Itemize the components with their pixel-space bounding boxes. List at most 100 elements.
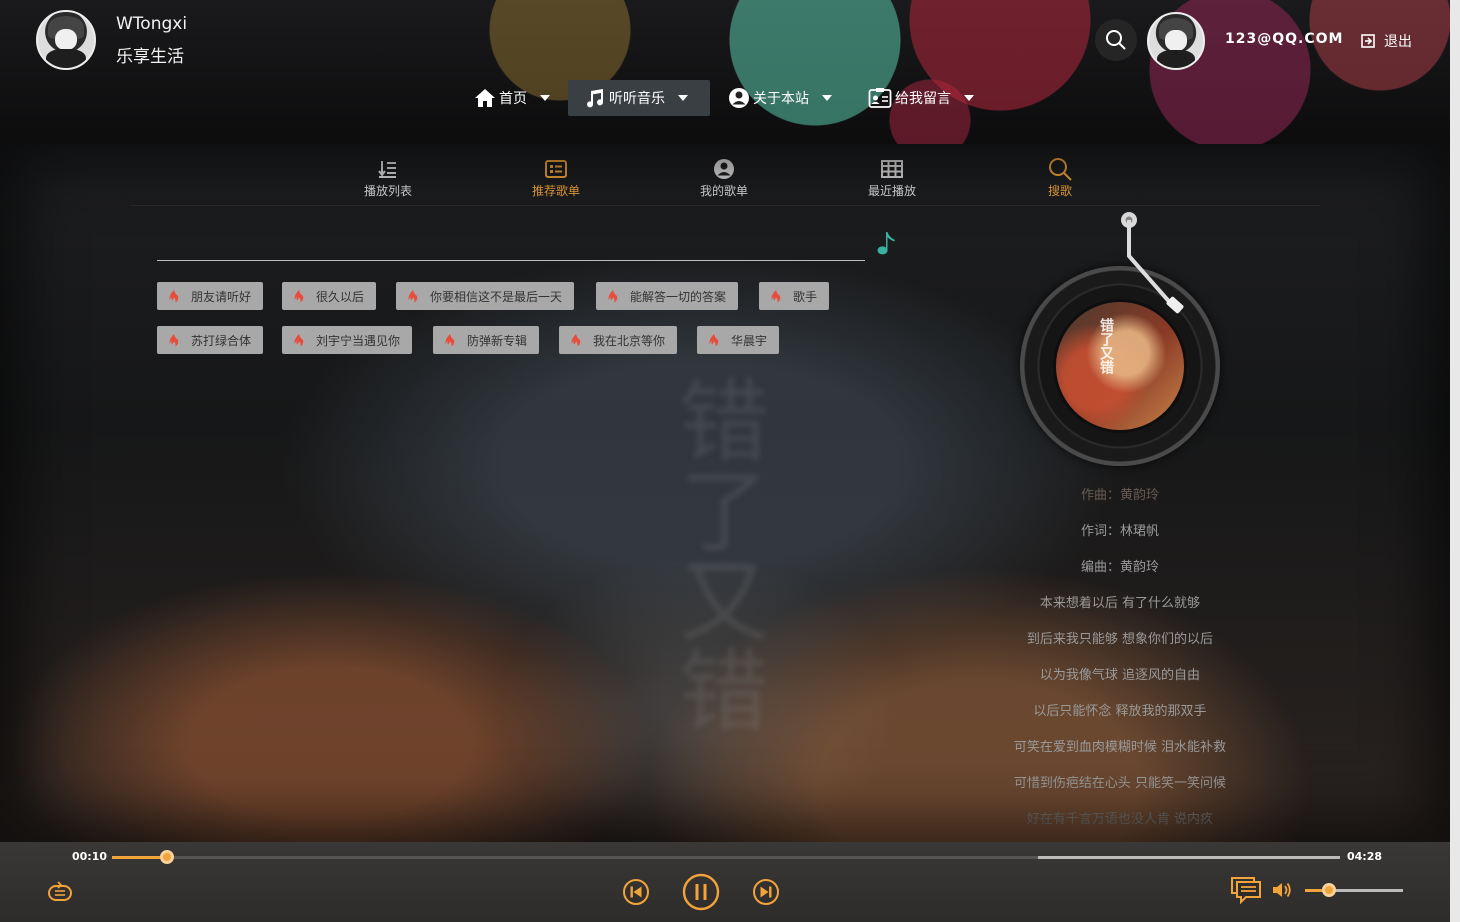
contact-card-icon <box>868 88 892 108</box>
lyric-line: 作词：林珺帆 <box>1080 524 1159 539</box>
chevron-down-icon <box>678 95 688 101</box>
hot-search-tag[interactable]: 很久以后 <box>282 282 377 310</box>
player-tabs: 播放列表 推荐歌单 我的歌单 最近播放 搜歌 <box>130 158 1320 206</box>
song-search-input[interactable] <box>157 234 857 258</box>
tag-label: 很久以后 <box>316 289 365 304</box>
nav-label: 关于本站 <box>753 91 809 107</box>
tag-label: 刘宇宁当遇见你 <box>316 333 401 348</box>
fire-icon <box>445 333 455 346</box>
search-icon <box>1106 30 1126 50</box>
hot-search-tag[interactable]: 你要相信这不是最后一天 <box>396 282 575 310</box>
player-main: 错了又错 播放列表 推荐歌单 我的歌单 最近播放 搜歌 朋友请听好 很久以后 你… <box>0 144 1450 842</box>
tab-search-song[interactable]: 搜歌 <box>1010 158 1110 199</box>
lyric-line: 编曲：黄韵玲 <box>1080 560 1159 575</box>
hot-search-tag[interactable]: 苏打绿合体 <box>157 326 264 354</box>
tab-recent[interactable]: 最近播放 <box>842 158 942 199</box>
site-slogan: 乐享生活 <box>116 47 184 67</box>
lyric-line: 好在有千言万语也没人肯 说内疚 <box>1026 812 1214 827</box>
fire-icon <box>408 289 418 302</box>
logout-icon <box>1361 34 1375 48</box>
fire-icon <box>771 289 781 302</box>
volume-icon <box>1273 882 1291 898</box>
hot-search-tag[interactable]: 朋友请听好 <box>157 282 264 310</box>
site-avatar[interactable] <box>36 10 96 70</box>
skip-previous-icon <box>623 879 649 905</box>
nav-label: 给我留言 <box>895 91 951 107</box>
header-search-button[interactable] <box>1095 19 1137 61</box>
user-icon <box>714 159 734 179</box>
tab-recommended[interactable]: 推荐歌单 <box>506 158 606 199</box>
nav-item-music[interactable]: 听听音乐 <box>568 80 710 116</box>
tab-label: 推荐歌单 <box>531 184 580 198</box>
tab-label: 搜歌 <box>1047 184 1072 198</box>
hot-search-tag[interactable]: 歌手 <box>759 282 830 310</box>
tab-playlist[interactable]: 播放列表 <box>338 158 438 199</box>
fire-icon <box>709 333 719 346</box>
nav-item-home[interactable]: 首页 <box>468 80 556 116</box>
user-email[interactable]: 123@QQ.COM <box>1225 31 1343 47</box>
search-icon <box>1049 158 1072 181</box>
hot-search-tag[interactable]: 防弹新专辑 <box>433 326 540 354</box>
total-time: 04:28 <box>1347 850 1383 863</box>
current-time: 00:10 <box>72 850 108 863</box>
prev-button[interactable] <box>622 878 650 906</box>
tag-label: 朋友请听好 <box>191 289 252 304</box>
fire-icon <box>294 289 304 302</box>
main-nav: 首页 听听音乐 关于本站 给我留言 <box>0 80 1450 116</box>
music-note-icon[interactable] <box>876 230 898 258</box>
tab-label: 我的歌单 <box>699 184 748 198</box>
nav-item-message[interactable]: 给我留言 <box>862 80 980 116</box>
site-name[interactable]: WTongxi <box>116 14 187 34</box>
tag-label: 能解答一切的答案 <box>630 289 727 304</box>
tab-my-playlists[interactable]: 我的歌单 <box>674 158 774 199</box>
volume-handle[interactable] <box>1321 883 1336 897</box>
tag-label: 你要相信这不是最后一天 <box>430 289 563 304</box>
lyrics-panel: 作曲：黄韵玲 作词：林珺帆 编曲：黄韵玲 本来想着以后 有了什么就够 到后来我只… <box>960 478 1280 838</box>
progress-fill <box>112 856 168 859</box>
grid-icon <box>881 160 903 178</box>
lyrics-toggle-button[interactable] <box>1230 876 1262 904</box>
lyric-line: 本来想着以后 有了什么就够 <box>1039 596 1201 611</box>
fire-icon <box>294 333 304 346</box>
fire-icon <box>571 333 581 346</box>
hot-search-tag[interactable]: 能解答一切的答案 <box>596 282 739 310</box>
chevron-down-icon <box>540 95 550 101</box>
hot-search-tag[interactable]: 刘宇宁当遇见你 <box>282 326 413 354</box>
progress-handle[interactable] <box>160 850 175 864</box>
lyric-line: 到后来我只能够 想象你们的以后 <box>1026 632 1214 647</box>
fire-icon <box>169 333 179 346</box>
skip-next-icon <box>753 879 779 905</box>
pause-icon <box>682 873 720 911</box>
chevron-down-icon <box>822 95 832 101</box>
nav-label: 听听音乐 <box>609 91 665 107</box>
logout-button[interactable]: 退出 <box>1360 31 1412 51</box>
nav-label: 首页 <box>499 91 527 107</box>
loop-icon <box>48 881 72 901</box>
hot-search-tag[interactable]: 我在北京等你 <box>559 326 678 354</box>
user-avatar[interactable] <box>1147 12 1205 70</box>
play-mode-button[interactable] <box>46 880 74 904</box>
tag-label: 苏打绿合体 <box>191 333 252 348</box>
comment-icon <box>1231 877 1261 904</box>
playlist-icon <box>378 161 396 178</box>
logout-label: 退出 <box>1384 34 1412 50</box>
progress-buffered <box>1037 856 1340 859</box>
home-icon <box>475 89 495 107</box>
album-cover-title: 错了又错 <box>1098 318 1114 374</box>
search-underline <box>157 260 865 261</box>
next-button[interactable] <box>752 878 780 906</box>
player-bar: 00:10 04:28 <box>0 842 1450 922</box>
window-edge <box>1450 0 1460 922</box>
tag-label: 防弹新专辑 <box>467 333 528 348</box>
music-icon <box>587 89 604 108</box>
chevron-down-icon <box>964 95 974 101</box>
play-pause-button[interactable] <box>682 873 720 911</box>
background-cover-blur: 错了又错 <box>663 374 768 734</box>
nav-item-about[interactable]: 关于本站 <box>722 80 838 116</box>
tab-label: 播放列表 <box>363 184 412 198</box>
hot-search-tag[interactable]: 华晨宇 <box>697 326 780 354</box>
tag-label: 歌手 <box>793 289 818 304</box>
volume-button[interactable] <box>1272 880 1292 900</box>
lyric-line: 以为我像气球 追逐风的自由 <box>1039 668 1201 683</box>
tonearm-icon <box>1121 212 1184 314</box>
